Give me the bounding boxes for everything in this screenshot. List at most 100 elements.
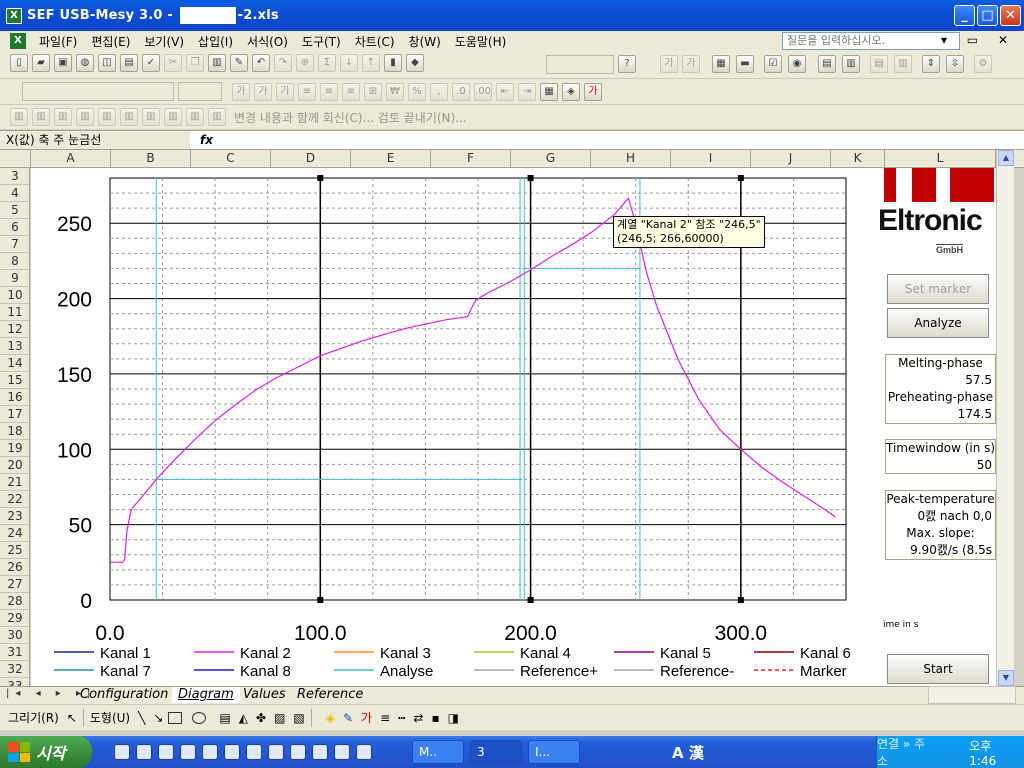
col-header[interactable]: J	[751, 150, 831, 167]
row-header[interactable]: 4	[0, 185, 29, 202]
review-icon-1[interactable]: ▥	[10, 108, 28, 126]
worksheet[interactable]: 0 50 100 150 200 250 0.0 100.0 200.0 300.0 Kanal 1…	[31, 168, 996, 686]
spelling-icon[interactable]: ✓	[142, 54, 160, 72]
fill-color-icon[interactable]: ◈	[562, 83, 580, 101]
review-icon-10[interactable]: ▥	[208, 108, 226, 126]
font-larger-icon[interactable]: 가	[660, 55, 678, 73]
menu-tools[interactable]: 도구(T)	[295, 33, 348, 50]
checkbox-control-icon[interactable]: ☑	[764, 55, 782, 73]
font-size-combo[interactable]	[178, 82, 222, 101]
control-properties-icon[interactable]: ⚙	[974, 55, 992, 73]
temperature-chart[interactable]: 0 50 100 150 200 250 0.0 100.0 200.0 300.0 Kanal 1…	[31, 168, 996, 686]
row-header[interactable]: 9	[0, 270, 29, 287]
row-header[interactable]: 32	[0, 661, 29, 678]
increase-indent-icon[interactable]: ⇥	[518, 83, 536, 101]
dash-style-icon[interactable]: ┅	[398, 711, 405, 725]
combo-box-icon[interactable]: ▥	[842, 55, 860, 73]
undo-icon[interactable]: ↶	[252, 54, 270, 72]
media-icon[interactable]	[180, 744, 196, 760]
picture-icon[interactable]: ▧	[293, 711, 304, 725]
tab-values[interactable]: Values	[237, 687, 292, 703]
workbook-icon[interactable]: X	[10, 33, 26, 49]
ime-indicator[interactable]: A 漢	[672, 742, 704, 763]
name-box[interactable]: X(값) 축 주 눈금선	[0, 131, 190, 149]
review-icon-2[interactable]: ▥	[32, 108, 50, 126]
sort-desc-icon[interactable]: ↑	[362, 54, 380, 72]
ie-icon[interactable]	[136, 744, 152, 760]
excel-app-icon[interactable]: X	[6, 7, 22, 24]
row-header[interactable]: 6	[0, 219, 29, 236]
row-header[interactable]: 18	[0, 423, 29, 440]
review-icon-3[interactable]: ▥	[54, 108, 72, 126]
scroll-up-icon[interactable]: ▲	[998, 150, 1014, 166]
align-left-icon[interactable]: ≡	[298, 83, 316, 101]
new-icon[interactable]: ▯	[10, 54, 28, 72]
row-header[interactable]: 19	[0, 440, 29, 457]
open-icon[interactable]: ▰	[32, 54, 50, 72]
clipart-icon[interactable]: ▨	[274, 711, 285, 725]
gridline-handle[interactable]	[527, 597, 534, 603]
increase-decimal-icon[interactable]: .0	[452, 83, 470, 101]
sort-asc-icon[interactable]: ↓	[340, 54, 358, 72]
font-smaller-icon[interactable]: 가	[682, 55, 700, 73]
italic-icon[interactable]: 가	[254, 83, 272, 101]
legend-icon[interactable]: ▬	[736, 55, 754, 73]
align-right-icon[interactable]: ≡	[342, 83, 360, 101]
row-header[interactable]: 3	[0, 168, 29, 185]
review-icon-8[interactable]: ▥	[164, 108, 182, 126]
folder-icon[interactable]	[158, 744, 174, 760]
align-center-icon[interactable]: ≡	[320, 83, 338, 101]
row-header[interactable]: 7	[0, 236, 29, 253]
menu-help[interactable]: 도움말(H)	[448, 33, 514, 50]
arrow-style-icon[interactable]: ⇄	[413, 711, 423, 725]
permission-icon[interactable]: ◍	[76, 54, 94, 72]
font-name-combo[interactable]	[22, 82, 174, 101]
horizontal-scrollbar[interactable]	[928, 686, 1016, 704]
zoom-combo[interactable]	[546, 55, 614, 74]
bold-icon[interactable]: 가	[232, 83, 250, 101]
row-header[interactable]: 13	[0, 338, 29, 355]
start-button[interactable]: Start	[887, 654, 989, 684]
underline-icon[interactable]: 가	[276, 83, 294, 101]
format-painter-icon[interactable]: ✎	[230, 54, 248, 72]
menu-file[interactable]: 파일(F)	[32, 33, 84, 50]
select-all-corner[interactable]	[0, 150, 31, 167]
row-header[interactable]: 25	[0, 542, 29, 559]
tab-configuration[interactable]: Configuration	[74, 687, 174, 703]
review-icon-7[interactable]: ▥	[142, 108, 160, 126]
vertical-scrollbar[interactable]: ▲ ▼	[996, 150, 1014, 686]
line-style-icon[interactable]: ≡	[380, 711, 390, 725]
acrobat-icon[interactable]	[224, 744, 240, 760]
borders-icon[interactable]: ▦	[540, 83, 558, 101]
row-header[interactable]: 27	[0, 576, 29, 593]
row-header[interactable]: 10	[0, 287, 29, 304]
decrease-decimal-icon[interactable]: .00	[474, 83, 492, 101]
review-reply-text[interactable]: 변경 내용과 함께 회신(C)... 검토 끝내기(N)...	[234, 109, 467, 126]
row-header[interactable]: 15	[0, 372, 29, 389]
task-app[interactable]: I...	[528, 740, 580, 764]
set-marker-button[interactable]: Set marker	[887, 274, 989, 304]
tray-links[interactable]: 연결 » 주소	[877, 735, 929, 768]
paste-icon[interactable]: ▥	[208, 54, 226, 72]
line-color-icon[interactable]: ✎	[343, 711, 353, 725]
redo-icon[interactable]: ↷	[274, 54, 292, 72]
quicklaunch-icon[interactable]	[114, 744, 130, 760]
col-header[interactable]: A	[31, 150, 111, 167]
copy-icon[interactable]: ❐	[186, 54, 204, 72]
task-excel[interactable]: 3	[470, 740, 522, 764]
oval-icon[interactable]	[192, 711, 207, 724]
chart-type-icon[interactable]: ▦	[712, 55, 730, 73]
document-window-controls[interactable]: ▾ ▭ ✕	[941, 33, 1016, 47]
menu-edit[interactable]: 편집(E)	[84, 33, 137, 50]
hyperlink-icon[interactable]: ⊕	[296, 54, 314, 72]
draw-menu[interactable]: 그리기(R)	[8, 709, 59, 726]
gridline-handle[interactable]	[527, 175, 534, 181]
list-box-icon[interactable]: ▤	[818, 55, 836, 73]
scroll-down-icon[interactable]: ▼	[998, 670, 1014, 686]
tab-reference[interactable]: Reference	[291, 687, 369, 703]
comma-icon[interactable]: ,	[430, 83, 448, 101]
row-header[interactable]: 17	[0, 406, 29, 423]
fill-color-icon[interactable]: ◈	[326, 711, 335, 725]
drawing-icon[interactable]: ◆	[406, 54, 424, 72]
percent-icon[interactable]: %	[408, 83, 426, 101]
